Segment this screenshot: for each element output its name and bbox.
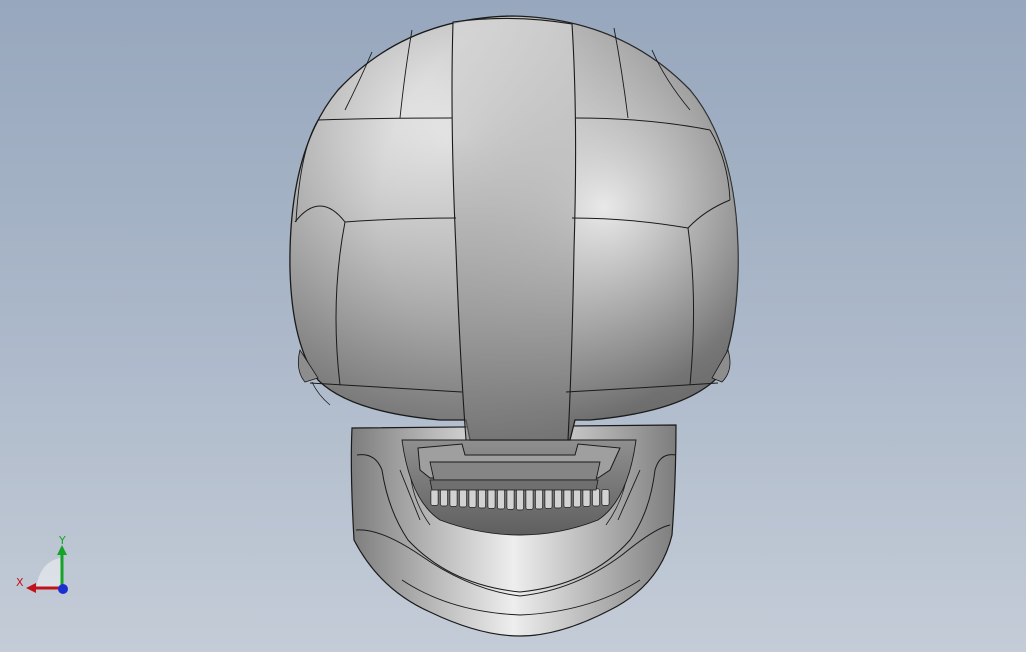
y-axis-label: Y: [58, 534, 66, 547]
tooth: [592, 488, 600, 507]
cranium[interactable]: [289, 15, 739, 441]
x-axis-arrowhead: [26, 583, 36, 593]
tooth: [449, 487, 458, 507]
skull-model[interactable]: Y X: [0, 0, 1026, 652]
tooth: [430, 489, 439, 506]
coordinate-triad: Y X: [16, 534, 68, 594]
z-axis-dot: [58, 584, 68, 594]
tooth: [440, 488, 448, 507]
tooth: [459, 487, 467, 508]
tooth: [573, 487, 581, 508]
tooth: [582, 487, 591, 507]
graphics-viewport[interactable]: Y X: [0, 0, 1026, 652]
x-axis-label: X: [16, 576, 24, 589]
tooth: [601, 489, 610, 506]
